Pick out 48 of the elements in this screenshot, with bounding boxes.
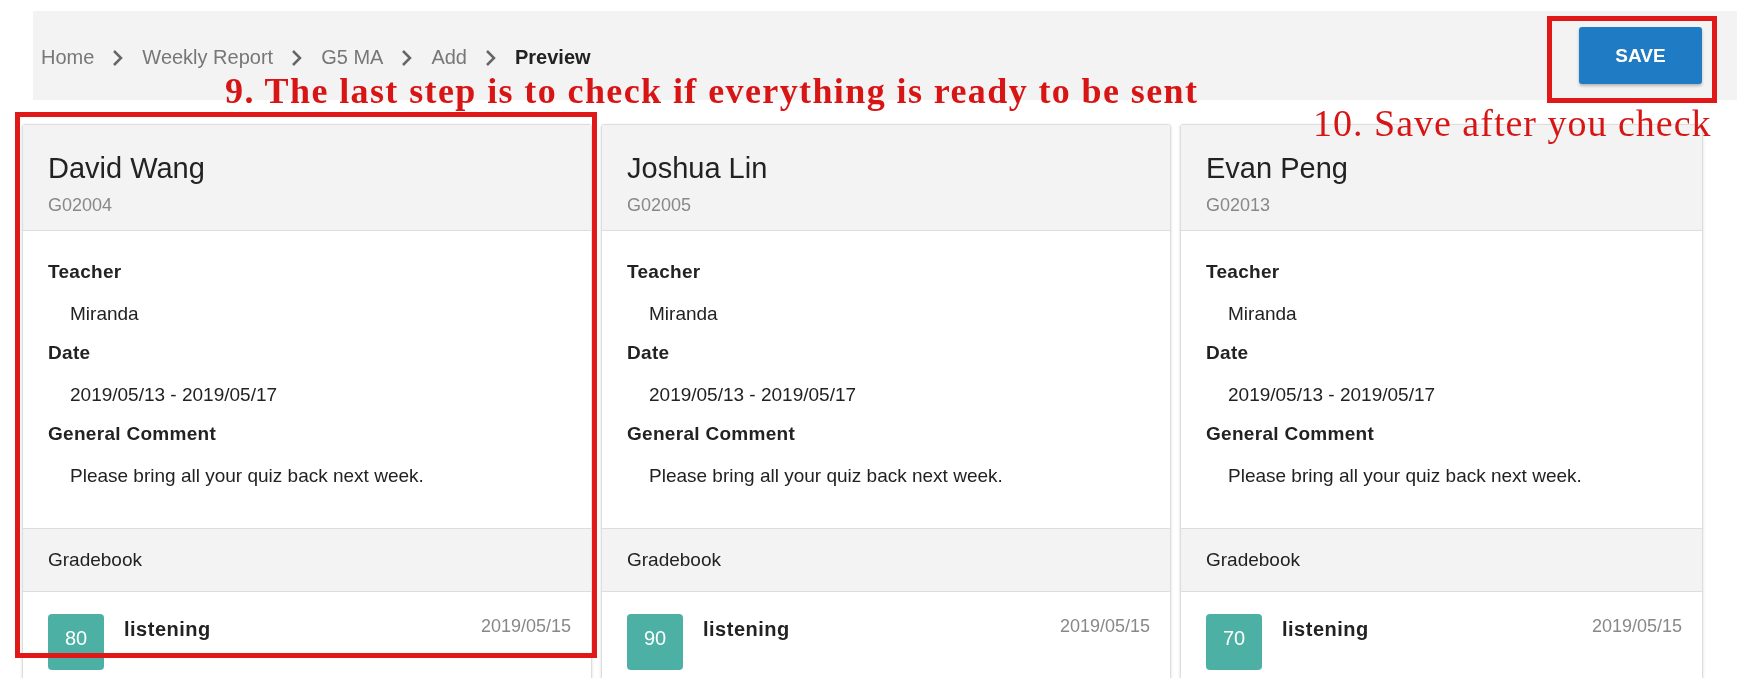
grade-date: 2019/05/15 [480, 615, 571, 637]
field-label: Date [627, 342, 671, 364]
field-value: 2019/05/13 - 2019/05/17 [648, 383, 858, 407]
breadcrumb-link[interactable]: Preview [515, 46, 591, 69]
field-value: 2019/05/13 - 2019/05/17 [1227, 383, 1437, 407]
field-label: Date [48, 342, 92, 364]
chevron-right-icon [291, 48, 304, 67]
chevron-right-icon [485, 48, 497, 67]
field-value: Miranda [1227, 302, 1298, 326]
field-label: General Comment [48, 423, 218, 445]
student-id: G02013 [1206, 195, 1272, 216]
chevron-right-icon [112, 48, 125, 67]
score-badge: 70 [1206, 614, 1262, 670]
save-button[interactable]: SAVE [1579, 27, 1702, 84]
field-label: Teacher [627, 261, 702, 283]
gradebook-title: Gradebook [627, 549, 721, 571]
annotation-text: 10. Save after you check [1313, 101, 1712, 145]
grade-title: listening [703, 617, 791, 641]
breadcrumb-link[interactable]: Add [431, 46, 467, 69]
field-value: Miranda [69, 302, 140, 326]
field-value: Please bring all your quiz back next week. [1227, 464, 1583, 488]
grade-title: listening [1282, 617, 1370, 641]
field-label: Teacher [48, 261, 123, 283]
breadcrumb-link[interactable]: Weekly Report [142, 46, 274, 69]
gradebook-title: Gradebook [48, 549, 142, 571]
student-name: Evan Peng [1206, 152, 1349, 185]
field-label: Teacher [1206, 261, 1281, 283]
field-label: General Comment [1206, 423, 1376, 445]
field-label: General Comment [627, 423, 797, 445]
grade-date: 2019/05/15 [1059, 615, 1150, 637]
grade-title: listening [124, 617, 212, 641]
field-value: Please bring all your quiz back next week. [648, 464, 1004, 488]
breadcrumb-link[interactable]: G5 MA [321, 46, 384, 69]
field-value: Miranda [648, 302, 719, 326]
field-value: 2019/05/13 - 2019/05/17 [69, 383, 279, 407]
student-id: G02005 [627, 195, 693, 216]
grade-date: 2019/05/15 [1591, 615, 1682, 637]
annotation-text: 9. The last step is to check if everything is ready to be sent [225, 70, 1199, 112]
breadcrumb-link[interactable]: Home [41, 46, 95, 69]
student-id: G02004 [48, 195, 114, 216]
chevron-right-icon [401, 48, 414, 67]
student-name: Joshua Lin [627, 152, 769, 185]
field-value: Please bring all your quiz back next week. [69, 464, 425, 488]
gradebook-title: Gradebook [1206, 549, 1300, 571]
score-badge: 80 [48, 614, 104, 670]
student-name: David Wang [48, 152, 206, 185]
score-badge: 90 [627, 614, 683, 670]
field-label: Date [1206, 342, 1250, 364]
